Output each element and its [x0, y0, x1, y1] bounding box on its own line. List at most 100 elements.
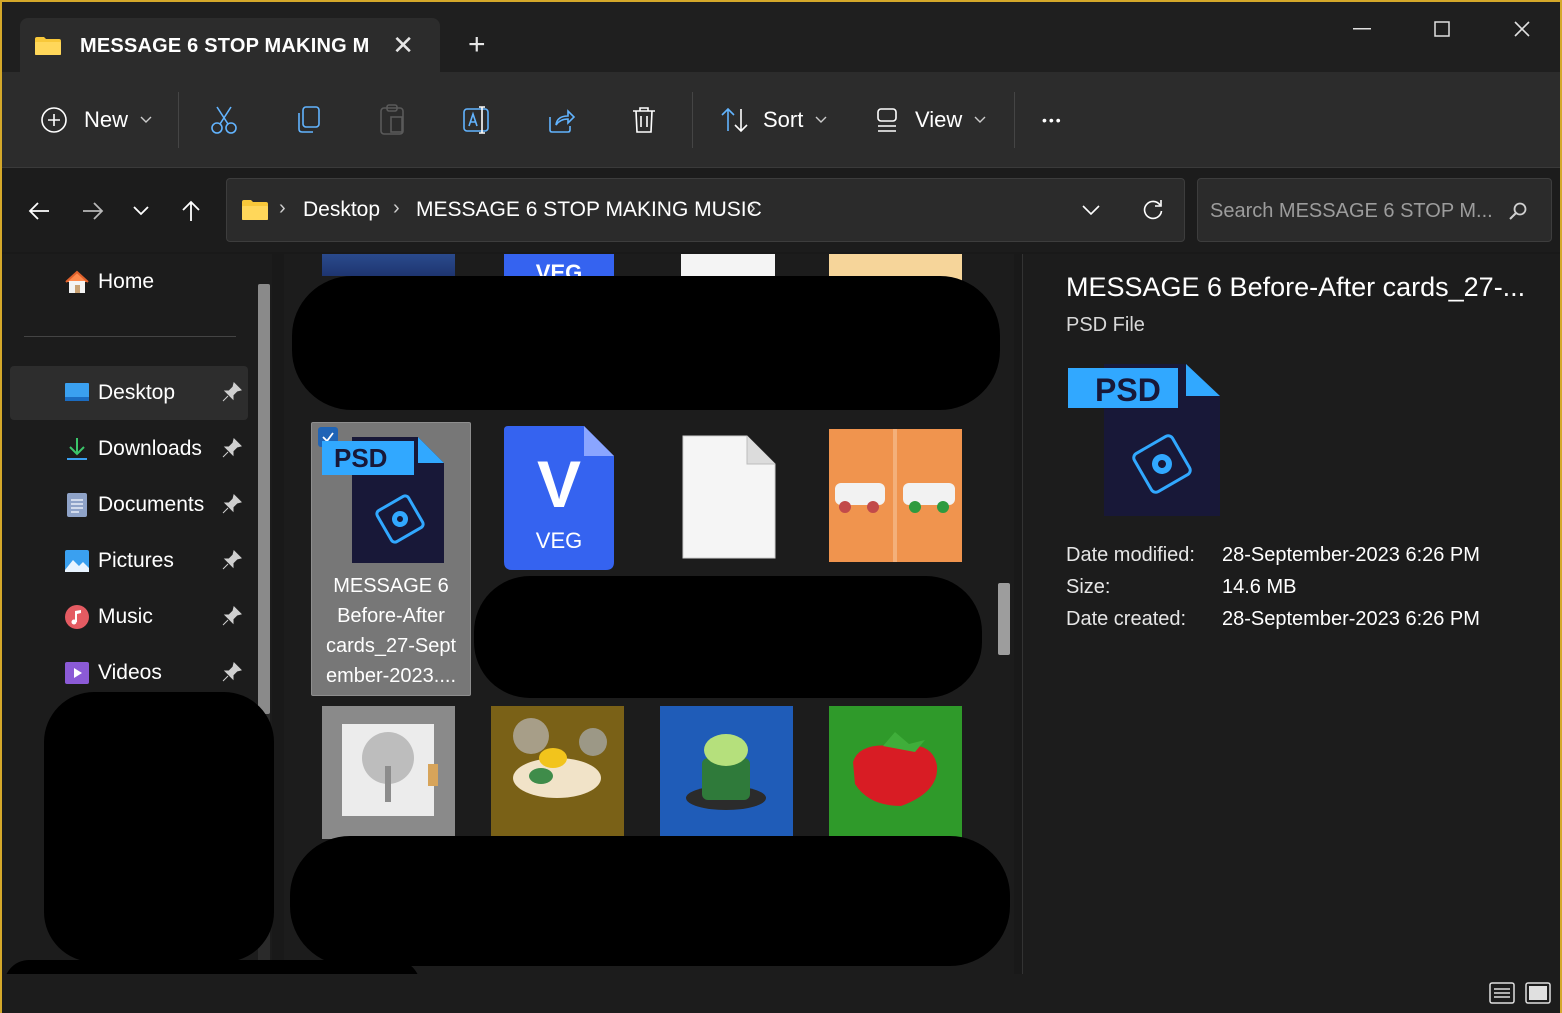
search-icon — [1509, 202, 1527, 220]
file-thumbnail[interactable] — [322, 254, 455, 276]
cut-button[interactable] — [210, 102, 238, 138]
scissors-icon — [211, 106, 237, 134]
folder-icon — [242, 200, 268, 220]
address-bar[interactable]: › Desktop › MESSAGE 6 STOP MAKING MUSIC … — [226, 178, 1185, 242]
cars-thumbnail — [829, 429, 962, 562]
breadcrumb-separator: › — [393, 197, 400, 219]
chevron-down-icon — [815, 116, 827, 123]
sidebar-item-label: Music — [98, 605, 153, 628]
veg-letter: V — [536, 447, 582, 521]
search-input[interactable]: Search MESSAGE 6 STOP M... — [1197, 178, 1552, 242]
sidebar-item-home[interactable]: Home — [10, 255, 248, 309]
breadcrumb-desktop[interactable]: Desktop — [303, 198, 380, 222]
up-button[interactable] — [176, 196, 206, 226]
redaction-mark — [290, 836, 1010, 966]
file-tile-document[interactable] — [681, 434, 777, 560]
file-tile-image[interactable] — [829, 429, 962, 562]
detail-value-created: 28-September-2023 6:26 PM — [1222, 608, 1480, 630]
pin-icon — [222, 494, 242, 514]
chevron-down-icon[interactable] — [1082, 205, 1100, 216]
paste-button[interactable] — [378, 102, 406, 138]
pictures-icon — [65, 550, 89, 572]
file-thumbnail-tree[interactable] — [322, 706, 455, 839]
view-icon — [877, 108, 897, 132]
new-label: New — [84, 107, 129, 132]
copy-button[interactable] — [294, 102, 322, 138]
chevron-down-icon — [133, 206, 149, 216]
close-window-button[interactable] — [1502, 14, 1542, 44]
pin-icon — [222, 438, 242, 458]
minimize-icon — [1353, 28, 1371, 30]
details-file-name: MESSAGE 6 Before-After cards_27-... — [1066, 272, 1526, 302]
sidebar-item-music[interactable]: Music — [10, 590, 248, 644]
documents-icon — [67, 493, 87, 517]
sidebar-item-documents[interactable]: Documents — [10, 478, 248, 532]
recent-locations-button[interactable] — [126, 196, 156, 226]
plus-circle-icon — [41, 107, 67, 133]
sidebar-item-desktop[interactable]: Desktop — [10, 366, 248, 420]
pin-icon — [222, 382, 242, 402]
blank-file-icon — [682, 435, 776, 559]
sidebar-divider — [24, 336, 236, 337]
psd-badge: PSD — [334, 443, 388, 473]
maximize-button[interactable] — [1422, 14, 1462, 44]
file-tile-selected-psd[interactable]: PSD MESSAGE 6 Before-After cards_27-Sept… — [311, 422, 471, 696]
file-thumbnail-strawberry[interactable] — [829, 706, 962, 839]
tab-current-folder[interactable]: MESSAGE 6 STOP MAKING MI ✕ — [20, 18, 440, 74]
back-button[interactable] — [24, 196, 54, 226]
delete-button[interactable] — [630, 102, 658, 138]
new-tab-button[interactable]: + — [468, 30, 486, 60]
chevron-down-icon — [974, 116, 986, 123]
file-tile-veg[interactable]: V VEG — [502, 424, 616, 574]
sort-button[interactable]: Sort — [720, 102, 827, 138]
content-scrollbar-thumb[interactable] — [998, 583, 1010, 655]
sidebar-item-pictures[interactable]: Pictures — [10, 534, 248, 588]
details-file-type: PSD File — [1066, 314, 1145, 336]
paste-icon — [380, 104, 404, 135]
strawberry-thumbnail — [829, 706, 962, 839]
forward-button[interactable] — [78, 196, 108, 226]
detail-label-modified: Date modified: — [1066, 544, 1195, 566]
more-options-button[interactable]: ••• — [1042, 102, 1063, 138]
redaction-mark — [292, 276, 1000, 410]
home-icon — [65, 270, 89, 293]
refresh-icon[interactable] — [1142, 199, 1164, 221]
large-icons-view-button[interactable] — [1524, 980, 1552, 1006]
share-button[interactable] — [546, 102, 576, 138]
breadcrumb-separator: › — [749, 197, 756, 219]
sort-label: Sort — [763, 107, 804, 132]
minimize-button[interactable] — [1342, 14, 1382, 44]
new-button[interactable]: New — [40, 102, 152, 138]
status-bar — [2, 974, 1560, 1013]
jar-thumbnail — [660, 706, 793, 839]
breadcrumb-current-folder[interactable]: MESSAGE 6 STOP MAKING MUSIC — [416, 198, 762, 222]
title-bar: MESSAGE 6 STOP MAKING MI ✕ + — [2, 2, 1560, 74]
sidebar-item-downloads[interactable]: Downloads — [10, 422, 248, 476]
view-button[interactable]: View — [876, 102, 986, 138]
command-bar: New Sort View ••• — [2, 72, 1560, 168]
file-thumbnail-jar[interactable] — [660, 706, 793, 839]
videos-icon — [65, 662, 89, 684]
music-icon — [65, 605, 89, 629]
share-icon — [549, 109, 576, 133]
sidebar-item-label: Documents — [98, 493, 205, 516]
rename-icon — [463, 106, 489, 134]
sidebar-item-label: Desktop — [98, 381, 176, 404]
file-thumbnail-bowl[interactable] — [491, 706, 624, 839]
tab-title: MESSAGE 6 STOP MAKING MI — [80, 34, 370, 57]
chevron-down-icon — [140, 116, 152, 123]
details-view-button[interactable] — [1488, 980, 1516, 1006]
close-tab-icon[interactable]: ✕ — [392, 32, 414, 58]
redaction-mark — [44, 692, 274, 962]
list-view-icon — [1489, 982, 1515, 1004]
file-explorer-window: MESSAGE 6 STOP MAKING MI ✕ + New Sort Vi… — [0, 0, 1562, 1013]
desktop-icon — [65, 383, 89, 401]
sidebar-item-label: Videos — [98, 661, 162, 684]
copy-icon — [298, 106, 320, 133]
detail-label-created: Date created: — [1066, 608, 1187, 630]
tree-sketch-thumbnail — [322, 706, 455, 839]
pin-icon — [222, 606, 242, 626]
close-icon — [1514, 21, 1530, 37]
sidebar-scrollbar-thumb[interactable] — [258, 284, 270, 714]
rename-button[interactable] — [462, 102, 492, 138]
